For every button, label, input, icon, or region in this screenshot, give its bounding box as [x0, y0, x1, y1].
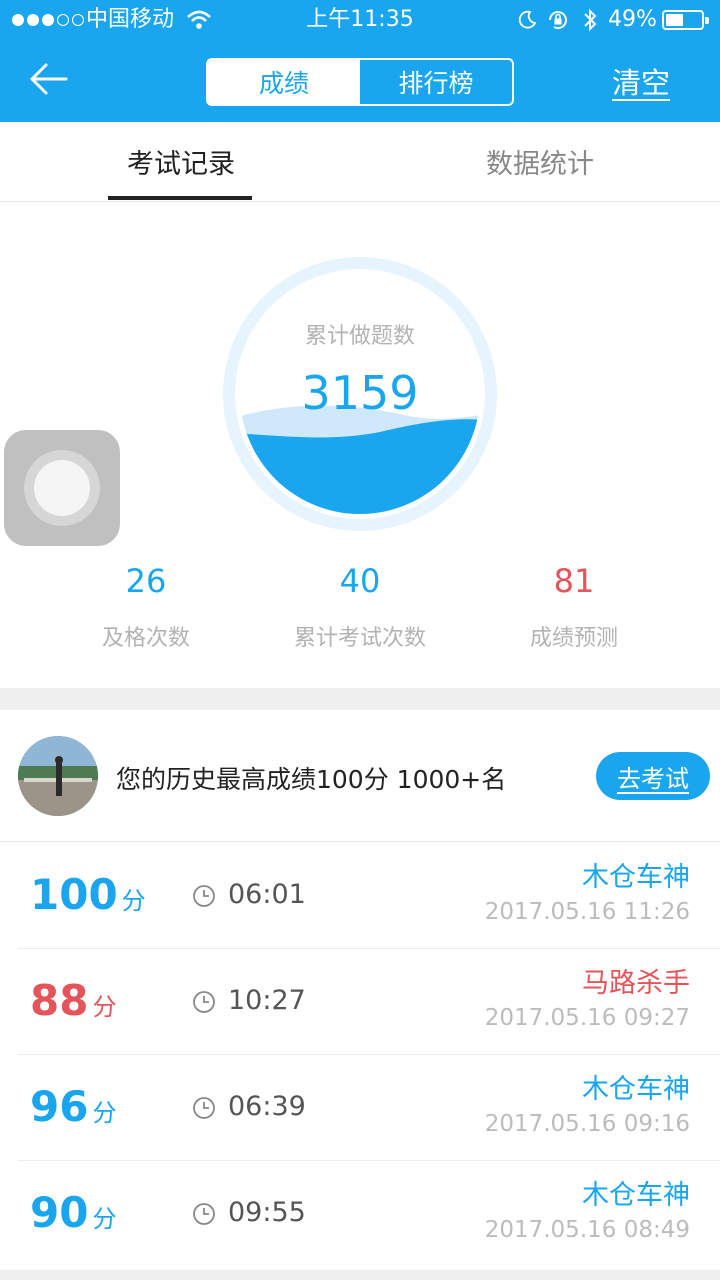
segment-score[interactable]: 成绩 [208, 60, 360, 104]
battery-icon [662, 10, 709, 30]
list-bottom-divider [0, 1270, 720, 1280]
bluetooth-icon [584, 8, 597, 32]
score-prediction-label: 成绩预测 [529, 626, 618, 651]
record-title: 木仓车神 [582, 1180, 690, 1211]
arrow-left-icon[interactable] [28, 62, 68, 96]
tab-indicator [108, 196, 252, 200]
top-bar: 中国移动 上午11:35 49% 成绩 排行榜 清空 [0, 0, 720, 122]
record-score: 100 分 [30, 871, 146, 925]
record-date: 2017.05.16 11:26 [484, 899, 690, 925]
tab-data-statistics[interactable]: 数据统计 [486, 142, 594, 181]
segment-leaderboard[interactable]: 排行榜 [360, 60, 512, 104]
record-title: 木仓车神 [582, 1074, 690, 1105]
record-score-value: 90 [30, 1188, 89, 1237]
record-score: 90 分 [30, 1189, 116, 1243]
record-duration: 10:27 [228, 985, 306, 1016]
tab-exam-records[interactable]: 考试记录 [127, 142, 235, 181]
record-score-unit: 分 [121, 887, 146, 915]
battery-percent: 49% [608, 7, 657, 32]
record-score-value: 88 [30, 976, 89, 1025]
record-score: 96 分 [30, 1083, 116, 1137]
moon-icon [518, 10, 537, 29]
tab-bar: 考试记录 数据统计 [0, 122, 720, 202]
pass-count-label: 及格次数 [101, 626, 190, 651]
section-divider [0, 688, 720, 710]
record-score-unit: 分 [92, 993, 117, 1021]
best-score-text: 您的历史最高成绩100分 1000+名 [116, 765, 507, 794]
record-duration: 06:39 [228, 1091, 306, 1122]
record-score-value: 100 [30, 870, 118, 919]
record-score-value: 96 [30, 1082, 89, 1131]
clear-button[interactable]: 清空 [612, 60, 670, 102]
score-prediction-value: 81 [553, 562, 595, 600]
segmented-control: 成绩 排行榜 [206, 58, 514, 106]
exam-count-label: 累计考试次数 [293, 626, 426, 651]
clock-icon [193, 885, 215, 907]
record-title: 木仓车神 [582, 862, 690, 893]
go-exam-button[interactable]: 去考试 [596, 752, 710, 800]
best-score-row: 您的历史最高成绩100分 1000+名 去考试 [0, 710, 720, 842]
rotation-lock-icon [549, 11, 567, 30]
exam-count-value: 40 [339, 562, 381, 600]
exam-record-row[interactable]: 88 分 10:27 马路杀手 2017.05.16 09:27 [0, 949, 720, 1055]
exam-record-row[interactable]: 100 分 06:01 木仓车神 2017.05.16 11:26 [0, 843, 720, 949]
record-duration: 06:01 [228, 879, 306, 910]
record-score: 88 分 [30, 977, 116, 1031]
clock-icon [193, 1097, 215, 1119]
circle-label: 累计做题数 [304, 324, 415, 349]
record-date: 2017.05.16 09:16 [484, 1111, 690, 1137]
assistive-touch-button[interactable] [4, 430, 120, 546]
exam-record-row[interactable]: 96 分 06:39 木仓车神 2017.05.16 09:16 [0, 1055, 720, 1161]
exam-record-row[interactable]: 90 分 09:55 木仓车神 2017.05.16 08:49 [0, 1161, 720, 1267]
pass-count-value: 26 [125, 562, 167, 600]
avatar[interactable] [18, 736, 98, 816]
record-score-unit: 分 [92, 1205, 117, 1233]
record-date: 2017.05.16 09:27 [484, 1005, 690, 1031]
record-score-unit: 分 [92, 1099, 117, 1127]
record-duration: 09:55 [228, 1197, 306, 1228]
clock-icon [193, 1203, 215, 1225]
clock-icon [193, 991, 215, 1013]
circle-value: 3159 [301, 366, 419, 420]
record-date: 2017.05.16 08:49 [484, 1217, 690, 1243]
record-title: 马路杀手 [582, 968, 690, 999]
